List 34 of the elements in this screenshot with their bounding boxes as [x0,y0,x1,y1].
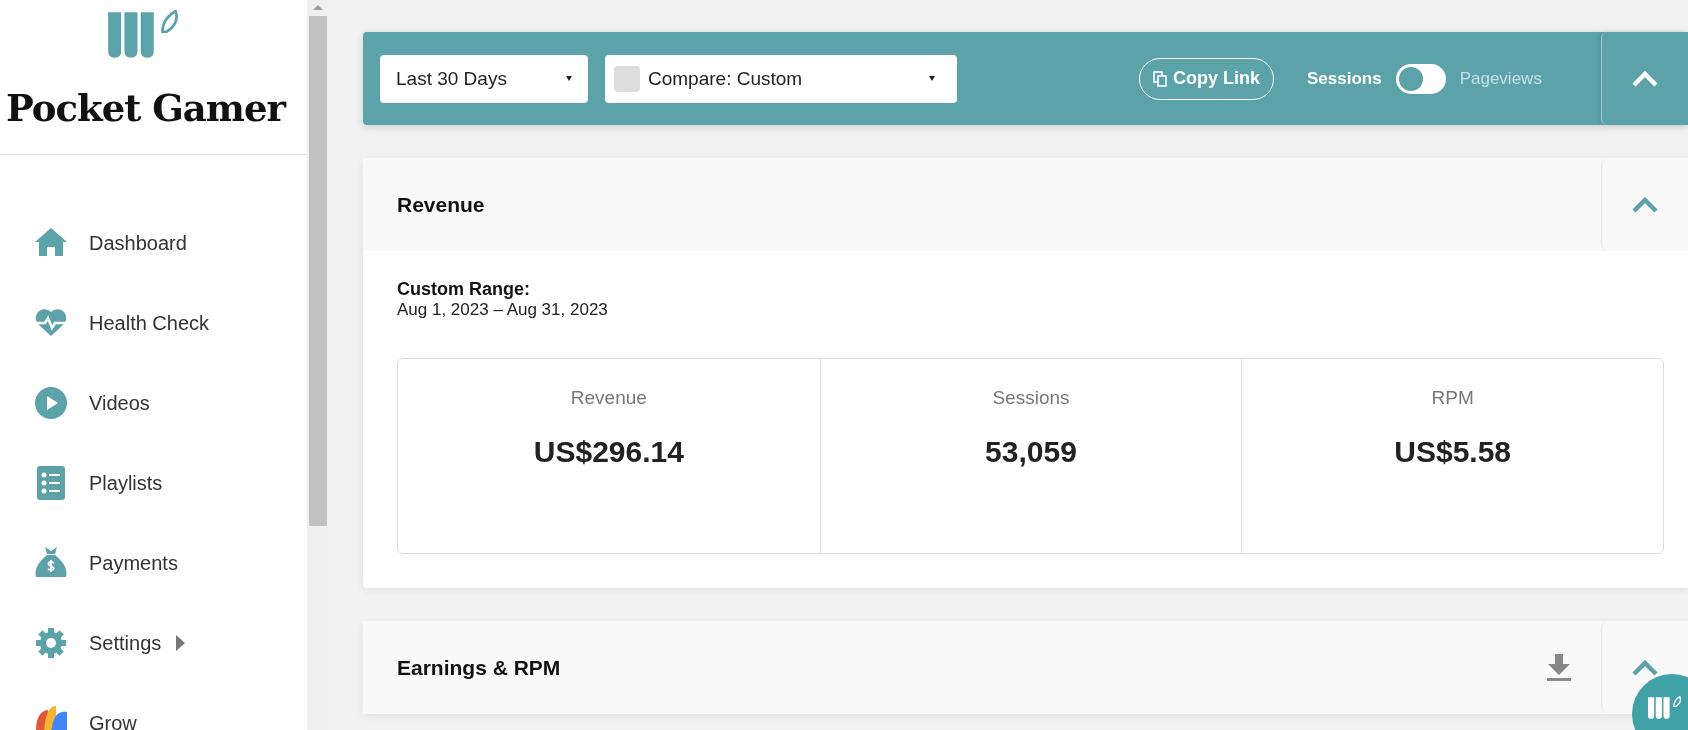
chevron-up-icon[interactable] [1632,659,1658,676]
stat-value: US$5.58 [1394,435,1512,469]
nav-item[interactable]: Grow [0,683,307,730]
leaf-icon [34,706,68,730]
range-dropdown[interactable]: Last 30 Days [380,54,588,103]
settings-icon [34,626,68,660]
compare-dropdown[interactable]: Compare: Custom [605,54,957,103]
play-icon [34,386,68,420]
stat-label: Sessions [992,387,1070,409]
logo-icon [107,10,180,60]
card-title: Revenue [397,192,485,217]
nav-item[interactable]: Payments [0,523,307,603]
list-icon [34,466,68,500]
stat-value: US$296.14 [533,435,684,469]
toggle-label: Pageviews [1459,68,1542,89]
range-dates: Aug 1, 2023 – Aug 31, 2023 [397,300,609,320]
download-icon[interactable] [1547,653,1571,682]
stat-label: Revenue [570,387,647,409]
toggle-switch[interactable] [1395,63,1446,94]
nav-item[interactable]: Playlists [0,443,307,523]
logo-icon [1648,696,1682,720]
toggle-label: Sessions [1307,68,1382,89]
nav-item[interactable]: Settings [0,603,307,683]
money-bag-icon [34,546,68,580]
stat-value: 53,059 [985,435,1077,469]
chevron-up-icon[interactable] [1632,196,1658,213]
copy-icon [1153,70,1167,87]
nav-item[interactable]: Videos [0,363,307,443]
card-title: Earnings & RPM [397,655,561,680]
stat-label: RPM [1431,387,1474,409]
nav-item[interactable]: Dashboard [0,203,307,283]
range-label: Custom Range: [397,279,531,300]
nav-item[interactable]: Health Check [0,283,307,363]
brand-name: Pocket Gamer [5,85,288,130]
